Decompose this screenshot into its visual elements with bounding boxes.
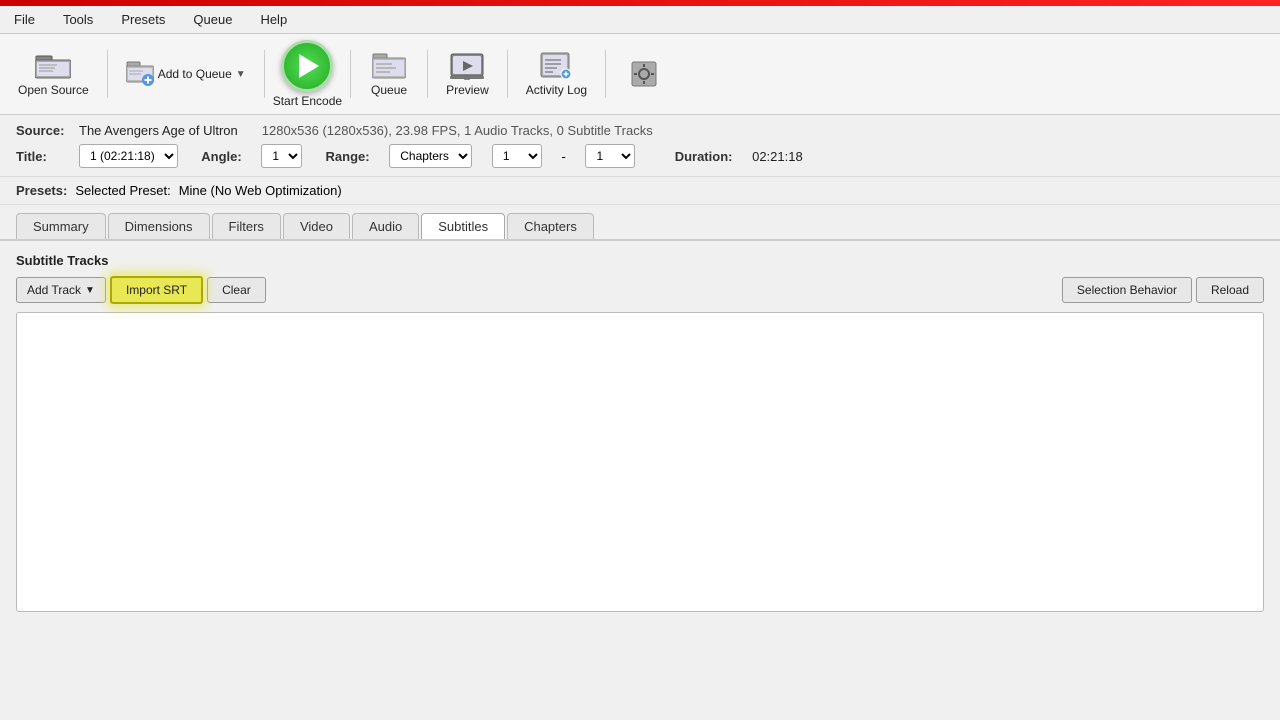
toolbar-sep-4: [427, 50, 428, 98]
tab-dimensions[interactable]: Dimensions: [108, 213, 210, 239]
start-encode-group: Start Encode: [273, 40, 342, 108]
duration-label: Duration:: [675, 149, 733, 164]
play-icon: [299, 54, 319, 78]
source-area: Source: The Avengers Age of Ultron 1280x…: [0, 115, 1280, 177]
source-label: Source:: [16, 123, 71, 138]
title-row: Title: 1 (02:21:18) Angle: 1 Range: Chap…: [16, 144, 1264, 168]
add-to-queue-button[interactable]: Add to Queue ▼: [116, 56, 256, 92]
chapter-from-select[interactable]: 1: [492, 144, 542, 168]
activity-log-label: Activity Log: [526, 83, 587, 97]
main-content: Subtitle Tracks Add Track ▼ Import SRT C…: [0, 241, 1280, 624]
add-to-queue-label: Add to Queue: [158, 67, 232, 81]
queue-icon: [371, 51, 407, 81]
tab-audio[interactable]: Audio: [352, 213, 419, 239]
subtitle-tracks-section: Subtitle Tracks Add Track ▼ Import SRT C…: [16, 253, 1264, 612]
toolbar-sep-1: [107, 50, 108, 98]
source-meta: 1280x536 (1280x536), 23.98 FPS, 1 Audio …: [262, 123, 653, 138]
activity-log-button[interactable]: Activity Log: [516, 47, 597, 101]
toolbar-sep-2: [264, 50, 265, 98]
menu-help[interactable]: Help: [254, 10, 293, 29]
source-filename: The Avengers Age of Ultron: [79, 123, 238, 138]
menu-presets[interactable]: Presets: [115, 10, 171, 29]
title-select[interactable]: 1 (02:21:18): [79, 144, 178, 168]
chapter-to-select[interactable]: 1: [585, 144, 635, 168]
open-source-icon: [35, 51, 71, 81]
add-track-label: Add Track: [27, 283, 81, 297]
tab-video[interactable]: Video: [283, 213, 350, 239]
toolbar: Open Source Add to Queue ▼ Start Encode: [0, 34, 1280, 115]
tabs-container: Summary Dimensions Filters Video Audio S…: [0, 205, 1280, 241]
tab-subtitles[interactable]: Subtitles: [421, 213, 505, 239]
toolbar-sep-6: [605, 50, 606, 98]
add-to-queue-icon: [126, 60, 154, 88]
preview-button[interactable]: Preview: [436, 47, 499, 101]
reload-label: Reload: [1211, 283, 1249, 297]
add-track-button[interactable]: Add Track ▼: [16, 277, 106, 303]
range-select[interactable]: Chapters: [389, 144, 472, 168]
angle-select[interactable]: 1: [261, 144, 302, 168]
start-encode-label: Start Encode: [273, 94, 342, 108]
add-to-queue-dropdown-arrow[interactable]: ▼: [236, 69, 246, 80]
menu-queue[interactable]: Queue: [187, 10, 238, 29]
source-row: Source: The Avengers Age of Ultron 1280x…: [16, 123, 1264, 138]
clear-label: Clear: [222, 283, 251, 297]
tab-filters[interactable]: Filters: [212, 213, 281, 239]
clear-button[interactable]: Clear: [207, 277, 266, 303]
track-list-area: [16, 312, 1264, 612]
tab-summary[interactable]: Summary: [16, 213, 106, 239]
chapter-dash: -: [561, 149, 565, 164]
open-source-button[interactable]: Open Source: [8, 47, 99, 101]
presets-row: Presets: Selected Preset: Mine (No Web O…: [0, 177, 1280, 205]
subtitle-tracks-title: Subtitle Tracks: [16, 253, 1264, 268]
selection-behavior-label: Selection Behavior: [1077, 283, 1177, 297]
add-track-arrow-icon: ▼: [85, 285, 95, 296]
menubar: File Tools Presets Queue Help: [0, 6, 1280, 34]
settings-button[interactable]: [614, 55, 674, 93]
preview-icon: [449, 51, 485, 81]
selection-behavior-button[interactable]: Selection Behavior: [1062, 277, 1192, 303]
toolbar-sep-5: [507, 50, 508, 98]
range-label: Range:: [326, 149, 370, 164]
open-source-label: Open Source: [18, 83, 89, 97]
toolbar-sep-3: [350, 50, 351, 98]
angle-label: Angle:: [201, 149, 241, 164]
menu-file[interactable]: File: [8, 10, 41, 29]
preview-label: Preview: [446, 83, 489, 97]
start-encode-button[interactable]: [281, 40, 333, 92]
title-label: Title:: [16, 149, 71, 164]
queue-label: Queue: [371, 83, 407, 97]
selected-preset-label: Selected Preset:: [75, 183, 170, 198]
subtitle-toolbar: Add Track ▼ Import SRT Clear Selection B…: [16, 276, 1264, 304]
settings-icon: [626, 59, 662, 89]
import-srt-button[interactable]: Import SRT: [110, 276, 203, 304]
presets-label: Presets:: [16, 183, 67, 198]
selected-preset-value: Mine (No Web Optimization): [179, 183, 342, 198]
activity-log-icon: [538, 51, 574, 81]
menu-tools[interactable]: Tools: [57, 10, 99, 29]
reload-button[interactable]: Reload: [1196, 277, 1264, 303]
duration-value: 02:21:18: [752, 149, 803, 164]
tab-chapters[interactable]: Chapters: [507, 213, 594, 239]
import-srt-label: Import SRT: [126, 283, 187, 297]
queue-button[interactable]: Queue: [359, 47, 419, 101]
